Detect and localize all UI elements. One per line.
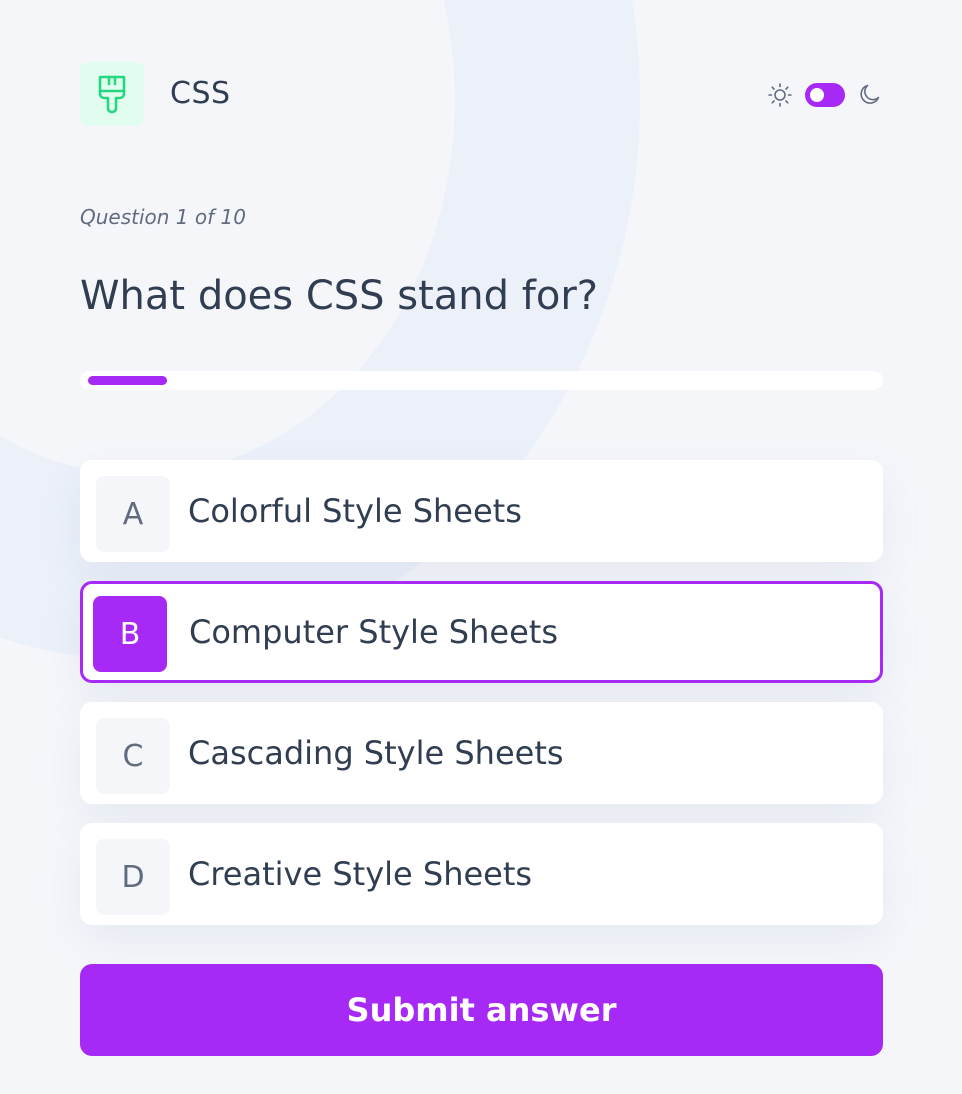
option-text: Cascading Style Sheets xyxy=(188,734,564,772)
option-text: Creative Style Sheets xyxy=(188,855,533,893)
option-text: Colorful Style Sheets xyxy=(188,492,522,530)
option-d[interactable]: D Creative Style Sheets xyxy=(80,823,883,925)
option-letter: C xyxy=(96,718,170,794)
answer-options: A Colorful Style Sheets B Computer Style… xyxy=(80,460,883,944)
progress-fill xyxy=(88,376,167,385)
theme-switcher xyxy=(767,80,883,110)
submit-answer-button[interactable]: Submit answer xyxy=(80,964,883,1056)
paintbrush-icon xyxy=(80,62,144,126)
option-letter: B xyxy=(93,596,167,672)
subject-title: CSS xyxy=(170,76,231,111)
question-text: What does CSS stand for? xyxy=(80,273,598,319)
quiz-page: CSS Question 1 of 10 What does CSS stand xyxy=(0,0,962,1094)
toggle-knob xyxy=(810,88,824,102)
option-b[interactable]: B Computer Style Sheets xyxy=(80,581,883,683)
option-letter: D xyxy=(96,839,170,915)
option-letter: A xyxy=(96,476,170,552)
header: CSS xyxy=(80,62,883,128)
option-a[interactable]: A Colorful Style Sheets xyxy=(80,460,883,562)
sun-icon xyxy=(768,83,792,107)
moon-icon xyxy=(860,84,880,104)
option-text: Computer Style Sheets xyxy=(189,613,558,651)
question-counter: Question 1 of 10 xyxy=(80,205,246,229)
theme-toggle[interactable] xyxy=(805,83,845,107)
progress-bar xyxy=(80,371,883,390)
option-c[interactable]: C Cascading Style Sheets xyxy=(80,702,883,804)
